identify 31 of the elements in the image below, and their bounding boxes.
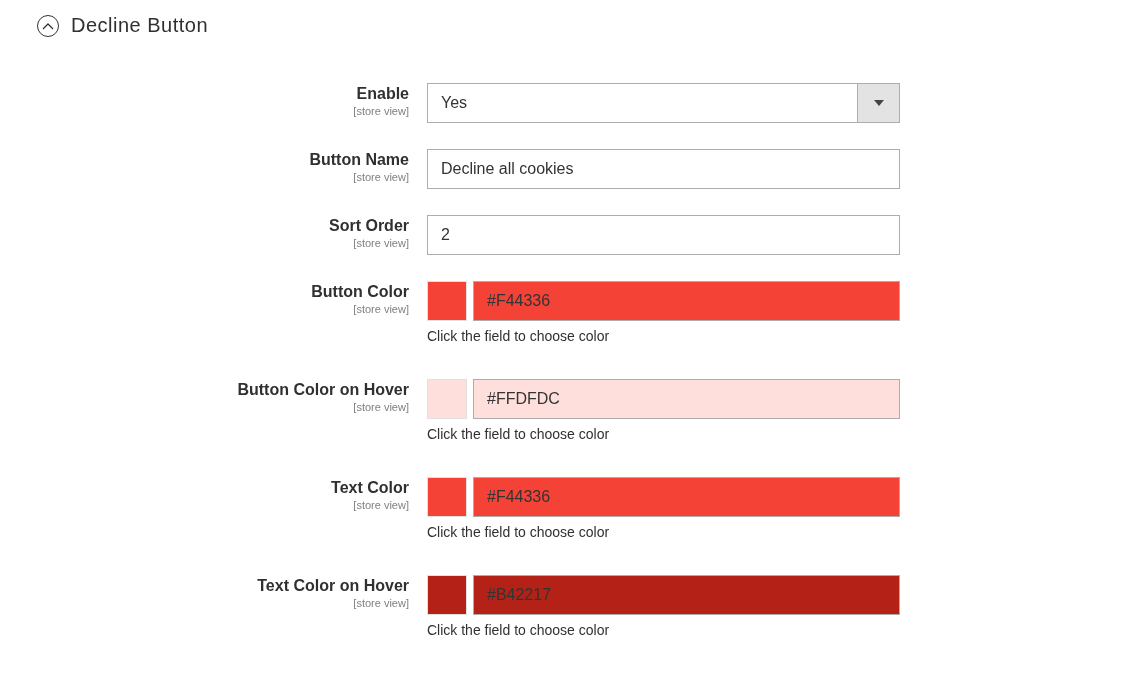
color-swatch[interactable] [427, 575, 467, 615]
field-note: Click the field to choose color [427, 524, 611, 541]
field-label: Button Name [309, 150, 409, 170]
scope-label: [store view] [353, 596, 409, 610]
text-field[interactable]: 2 [427, 215, 900, 255]
scope-label: [store view] [353, 236, 409, 250]
field-label: Enable [356, 84, 409, 104]
scope-label: [store view] [353, 302, 409, 316]
field-label: Text Color [331, 478, 409, 498]
dropdown-button[interactable] [857, 84, 899, 122]
caret-icon [873, 100, 884, 106]
scope-label: [store view] [353, 170, 409, 184]
scope-label: [store view] [353, 498, 409, 512]
color-swatch[interactable] [427, 477, 467, 517]
text-field[interactable]: Decline all cookies [427, 149, 900, 189]
field-label: Button Color on Hover [237, 380, 409, 400]
scope-label: [store view] [353, 104, 409, 118]
select-field[interactable]: Yes [427, 83, 900, 123]
field-note: Click the field to choose color [427, 426, 611, 443]
field-label: Button Color [311, 282, 409, 302]
section-title: Decline Button [71, 14, 209, 37]
color-swatch[interactable] [427, 379, 467, 419]
collapse-toggle[interactable] [37, 14, 59, 37]
chevron-up-icon [42, 21, 54, 30]
color-swatch[interactable] [427, 281, 467, 321]
field-label: Sort Order [329, 216, 409, 236]
scope-label: [store view] [353, 400, 409, 414]
field-note: Click the field to choose color [427, 622, 611, 639]
color-field[interactable]: #FFDFDC [473, 379, 900, 419]
field-note: Click the field to choose color [427, 328, 611, 345]
field-label: Text Color on Hover [257, 576, 409, 596]
